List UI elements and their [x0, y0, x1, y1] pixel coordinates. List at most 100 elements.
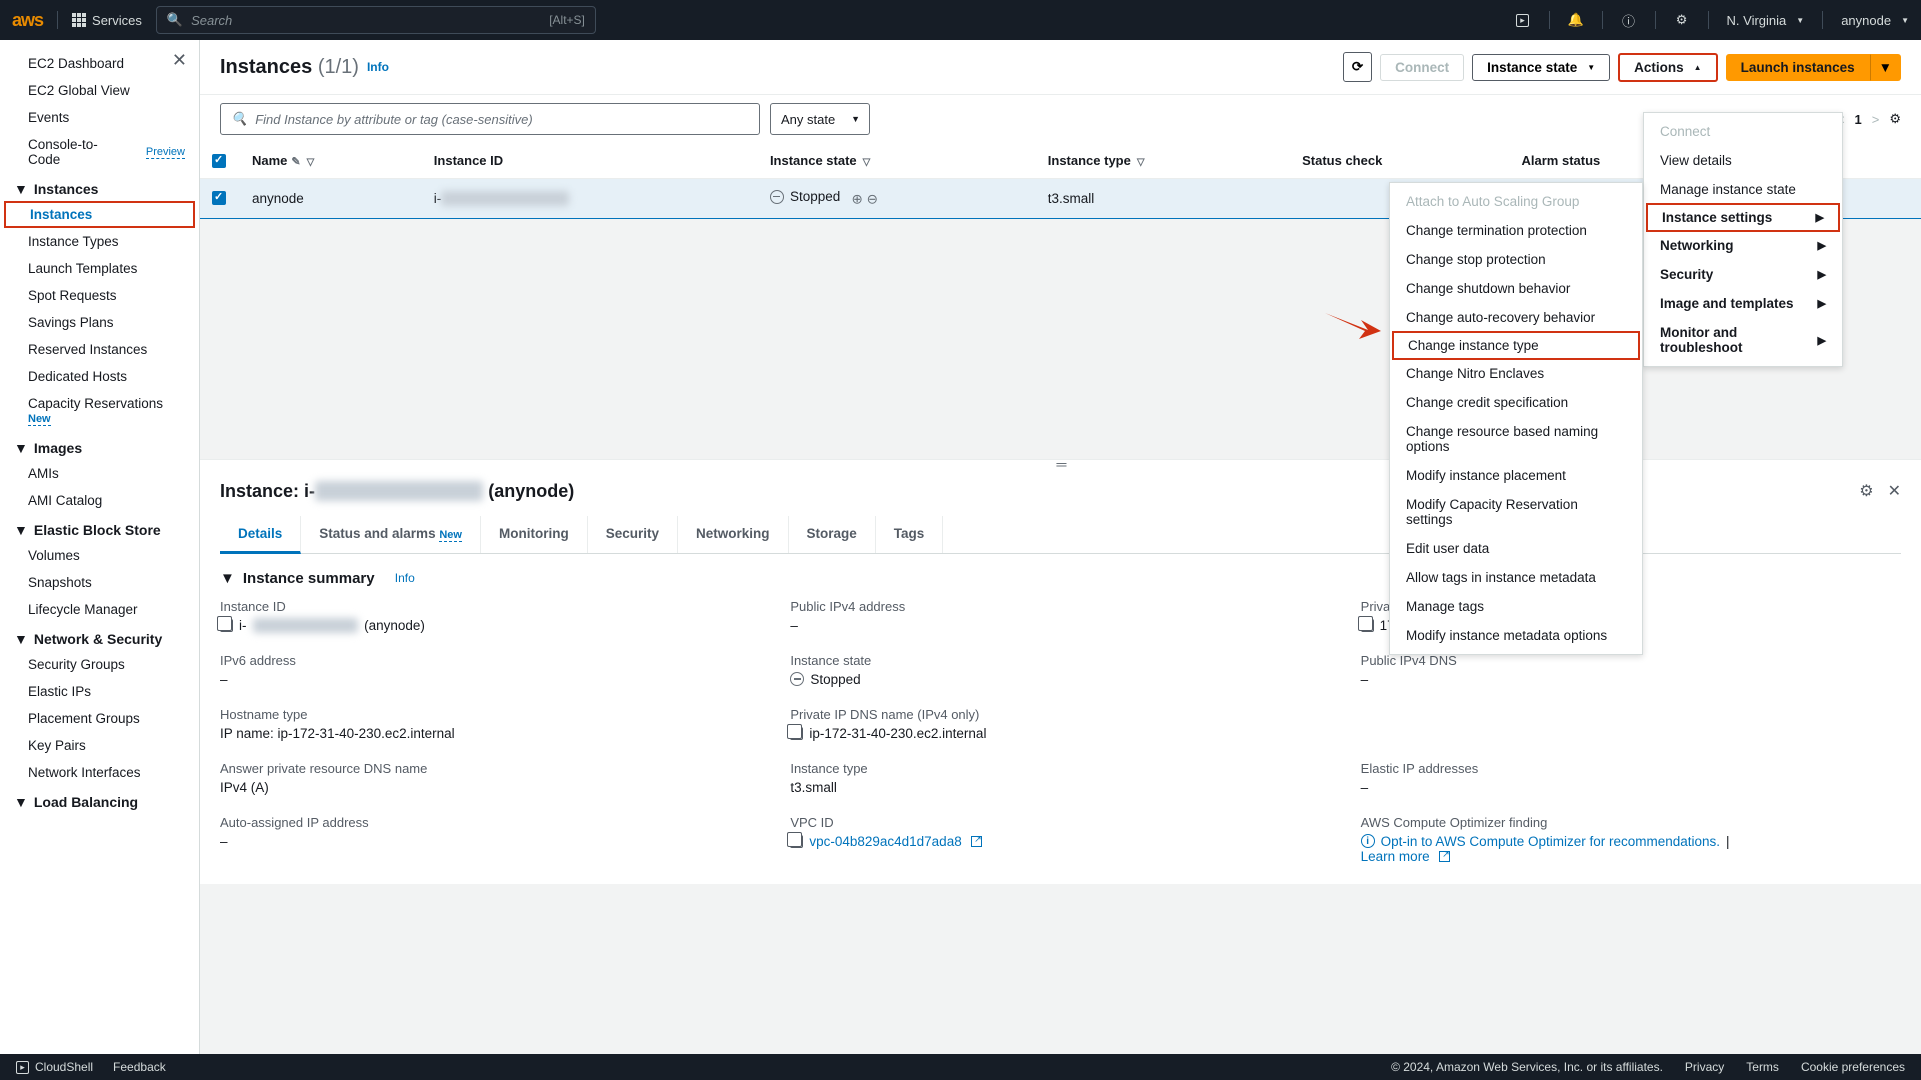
menu-image-templates[interactable]: Image and templates▶ — [1644, 289, 1842, 318]
menu-security[interactable]: Security▶ — [1644, 260, 1842, 289]
services-menu[interactable]: Services — [72, 13, 142, 28]
filter-search[interactable]: 🔍 Find Instance by attribute or tag (cas… — [220, 103, 760, 135]
sidebar-item-key-pairs[interactable]: Key Pairs — [0, 732, 199, 759]
settings-icon[interactable]: ⚙ — [1674, 12, 1690, 28]
submenu-credit-specification[interactable]: Change credit specification — [1390, 388, 1642, 417]
region-selector[interactable]: N. Virginia — [1727, 13, 1805, 28]
sidebar-item-launch-templates[interactable]: Launch Templates — [0, 255, 199, 282]
submenu-metadata-options[interactable]: Modify instance metadata options — [1390, 621, 1642, 650]
sidebar-item-security-groups[interactable]: Security Groups — [0, 651, 199, 678]
tab-details[interactable]: Details — [220, 516, 301, 554]
sidebar-item-placement-groups[interactable]: Placement Groups — [0, 705, 199, 732]
sidebar-item-snapshots[interactable]: Snapshots — [0, 569, 199, 596]
copy-icon[interactable] — [1361, 619, 1374, 632]
sidebar-item-ec2-dashboard[interactable]: EC2 Dashboard — [0, 50, 199, 77]
tab-networking[interactable]: Networking — [678, 516, 789, 553]
submenu-change-instance-type[interactable]: Change instance type — [1392, 331, 1640, 360]
privacy-link[interactable]: Privacy — [1685, 1060, 1724, 1074]
menu-manage-instance-state[interactable]: Manage instance state — [1644, 175, 1842, 204]
edit-icon[interactable]: ✎ — [291, 156, 300, 168]
menu-instance-settings[interactable]: Instance settings▶ — [1646, 203, 1840, 232]
cloudshell-button[interactable]: ▸CloudShell — [16, 1060, 93, 1074]
instance-state-button[interactable]: Instance state — [1472, 54, 1610, 81]
tab-monitoring[interactable]: Monitoring — [481, 516, 588, 553]
submenu-auto-recovery[interactable]: Change auto-recovery behavior — [1390, 303, 1642, 332]
tab-status-alarms[interactable]: Status and alarms New — [301, 516, 481, 553]
tab-tags[interactable]: Tags — [876, 516, 944, 553]
sidebar-item-instance-types[interactable]: Instance Types — [0, 228, 199, 255]
info-link[interactable]: Info — [367, 60, 389, 74]
submenu-manage-tags[interactable]: Manage tags — [1390, 592, 1642, 621]
copy-icon[interactable] — [790, 835, 803, 848]
split-handle[interactable]: ═ — [200, 459, 1921, 469]
sidebar-item-spot-requests[interactable]: Spot Requests — [0, 282, 199, 309]
sidebar-item-ec2-global-view[interactable]: EC2 Global View — [0, 77, 199, 104]
submenu-nitro-enclaves[interactable]: Change Nitro Enclaves — [1390, 359, 1642, 388]
actions-button[interactable]: Actions — [1618, 53, 1717, 82]
zoom-in-icon[interactable]: ⊕ — [852, 192, 863, 207]
zoom-out-icon[interactable]: ⊖ — [867, 192, 878, 207]
sidebar-item-network-interfaces[interactable]: Network Interfaces — [0, 759, 199, 786]
menu-view-details[interactable]: View details — [1644, 146, 1842, 175]
sidebar-item-ami-catalog[interactable]: AMI Catalog — [0, 487, 199, 514]
help-icon[interactable]: ⓘ — [1621, 12, 1637, 28]
notifications-icon[interactable]: 🔔 — [1568, 12, 1584, 28]
submenu-instance-placement[interactable]: Modify instance placement — [1390, 461, 1642, 490]
sidebar-item-lifecycle-manager[interactable]: Lifecycle Manager — [0, 596, 199, 623]
close-icon[interactable]: ✕ — [172, 50, 187, 71]
compute-optimizer-link[interactable]: Opt-in to AWS Compute Optimizer for reco… — [1381, 834, 1720, 849]
submenu-allow-tags-metadata[interactable]: Allow tags in instance metadata — [1390, 563, 1642, 592]
sidebar-item-capacity-reservations[interactable]: Capacity ReservationsNew — [0, 390, 199, 432]
submenu-edit-user-data[interactable]: Edit user data — [1390, 534, 1642, 563]
terms-link[interactable]: Terms — [1746, 1060, 1779, 1074]
sidebar-section-images[interactable]: ▼ Images — [0, 432, 199, 460]
close-icon[interactable]: ✕ — [1888, 481, 1901, 501]
sidebar-section-instances[interactable]: ▼ Instances — [0, 173, 199, 201]
copy-icon[interactable] — [790, 727, 803, 740]
launch-instances-button[interactable]: Launch instances — [1726, 54, 1870, 81]
sort-icon[interactable]: ▽ — [863, 160, 871, 165]
submenu-stop-protection[interactable]: Change stop protection — [1390, 245, 1642, 274]
gear-icon[interactable]: ⚙ — [1859, 481, 1873, 501]
pager-next[interactable]: > — [1872, 112, 1880, 127]
sidebar-item-events[interactable]: Events — [0, 104, 199, 131]
sidebar-item-volumes[interactable]: Volumes — [0, 542, 199, 569]
account-selector[interactable]: anynode — [1841, 13, 1909, 28]
copy-icon[interactable] — [220, 619, 233, 632]
aws-logo[interactable]: aws — [12, 10, 43, 31]
menu-networking[interactable]: Networking▶ — [1644, 231, 1842, 260]
tab-security[interactable]: Security — [588, 516, 678, 553]
sort-icon[interactable]: ▽ — [1137, 160, 1145, 165]
menu-monitor-troubleshoot[interactable]: Monitor and troubleshoot▶ — [1644, 318, 1842, 362]
state-filter[interactable]: Any state — [770, 103, 870, 135]
submenu-shutdown-behavior[interactable]: Change shutdown behavior — [1390, 274, 1642, 303]
select-all-checkbox[interactable] — [212, 154, 226, 168]
vpc-link[interactable]: vpc-04b829ac4d1d7ada8 — [809, 834, 961, 849]
submenu-resource-naming[interactable]: Change resource based naming options — [1390, 417, 1642, 461]
submenu-termination-protection[interactable]: Change termination protection — [1390, 216, 1642, 245]
tab-storage[interactable]: Storage — [789, 516, 876, 553]
sort-icon[interactable]: ▽ — [307, 160, 315, 165]
gear-icon[interactable]: ⚙ — [1889, 111, 1901, 127]
row-checkbox[interactable] — [212, 191, 226, 205]
sidebar-section-ebs[interactable]: ▼ Elastic Block Store — [0, 514, 199, 542]
refresh-button[interactable]: ⟳ — [1343, 52, 1372, 82]
sidebar-item-savings-plans[interactable]: Savings Plans — [0, 309, 199, 336]
learn-more-link[interactable]: Learn more — [1361, 849, 1430, 864]
cloudshell-icon[interactable]: ▸ — [1515, 12, 1531, 28]
cookie-preferences-link[interactable]: Cookie preferences — [1801, 1060, 1905, 1074]
sidebar-item-dedicated-hosts[interactable]: Dedicated Hosts — [0, 363, 199, 390]
sidebar-item-console-to-code[interactable]: Console-to-Code Preview — [0, 131, 199, 173]
sidebar-section-load-balancing[interactable]: ▼ Load Balancing — [0, 786, 199, 814]
submenu-capacity-reservation[interactable]: Modify Capacity Reservation settings — [1390, 490, 1642, 534]
feedback-link[interactable]: Feedback — [113, 1060, 166, 1074]
global-search[interactable]: 🔍 Search [Alt+S] — [156, 6, 596, 34]
sidebar-item-instances[interactable]: Instances — [4, 201, 195, 228]
sidebar-item-amis[interactable]: AMIs — [0, 460, 199, 487]
info-icon: i — [1361, 834, 1375, 848]
sidebar-item-reserved-instances[interactable]: Reserved Instances — [0, 336, 199, 363]
sidebar-section-network-security[interactable]: ▼ Network & Security — [0, 623, 199, 651]
launch-instances-caret[interactable]: ▼ — [1870, 54, 1901, 81]
sidebar-item-elastic-ips[interactable]: Elastic IPs — [0, 678, 199, 705]
section-instance-summary[interactable]: ▼ Instance summary Info — [220, 570, 1901, 587]
